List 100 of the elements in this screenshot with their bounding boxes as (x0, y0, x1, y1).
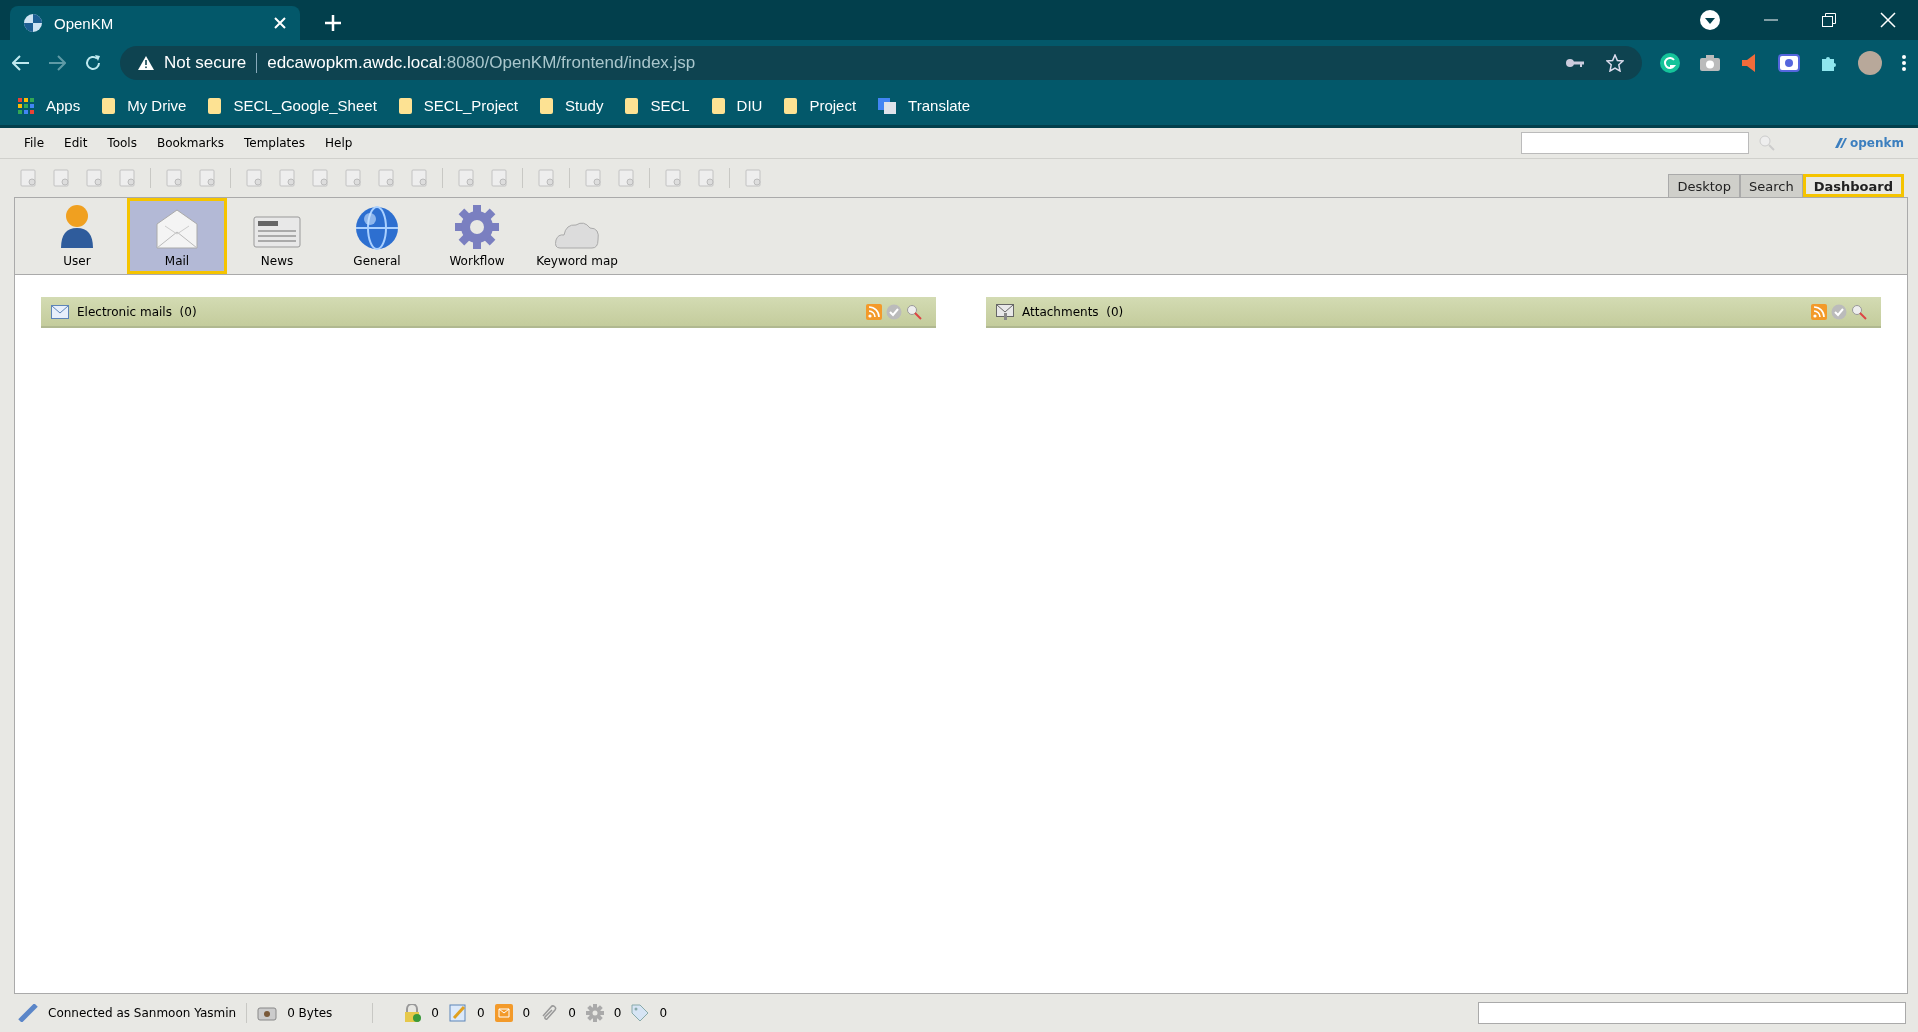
key-icon[interactable] (1566, 58, 1584, 68)
zoom-icon[interactable] (906, 303, 922, 320)
menu-item[interactable]: Bookmarks (146, 136, 234, 150)
close-icon[interactable] (274, 17, 286, 29)
toolbar-document-icon[interactable] (18, 169, 38, 187)
envelope-icon (494, 1004, 513, 1022)
url-text: edcawopkm.awdc.local:8080/OpenKM/frontend/index.jsp (267, 53, 696, 73)
rss-icon[interactable] (1811, 303, 1827, 320)
browser-tab[interactable]: OpenKM (10, 6, 300, 40)
logo-text: openkm (1850, 136, 1904, 150)
folder-icon (102, 97, 116, 114)
menu-item[interactable]: Edit (54, 136, 98, 150)
envelope-icon (155, 208, 199, 250)
bookmark[interactable]: Study (540, 97, 604, 114)
connected-user-text: Connected as Sanmoon Yasmin (48, 1006, 237, 1020)
dashboard-tool[interactable]: Mail (127, 198, 227, 274)
bookmark[interactable]: SECL (625, 97, 690, 114)
restore-icon[interactable] (1822, 13, 1836, 27)
folder-icon (625, 97, 639, 114)
puzzle-icon[interactable] (1820, 54, 1838, 72)
bookmark[interactable]: Apps (18, 97, 81, 114)
extension-g-icon[interactable] (1660, 53, 1680, 73)
toolbar-document-icon[interactable] (743, 169, 763, 187)
screen-record-icon[interactable] (1778, 54, 1800, 72)
translate-icon (878, 97, 897, 114)
back-arrow-icon[interactable] (12, 55, 30, 71)
panel-title: Attachments (0) (1022, 304, 1124, 319)
zoom-icon[interactable] (1851, 303, 1867, 320)
toolbar-document-icon[interactable] (536, 169, 556, 187)
toolbar-document-icon[interactable] (696, 169, 716, 187)
dashboard-tool[interactable]: Workflow (427, 198, 527, 274)
tab-search-icon[interactable] (1700, 10, 1720, 30)
folder-icon (540, 97, 554, 114)
dashboard-tool[interactable]: General (327, 198, 427, 274)
avatar-icon[interactable] (1858, 51, 1882, 75)
dashboard-tool[interactable]: User (27, 198, 127, 274)
warning-icon (138, 56, 154, 70)
toolbar-document-icon[interactable] (456, 169, 476, 187)
toolbar-document-icon[interactable] (197, 169, 217, 187)
envelope-icon (51, 304, 69, 319)
logo-mark-icon (1835, 138, 1847, 148)
camera-icon[interactable] (1700, 55, 1720, 71)
bookmark[interactable]: DIU (711, 97, 763, 114)
menu-item[interactable]: Tools (97, 136, 147, 150)
storage-size-text: 0 Bytes (287, 1006, 333, 1020)
menu-item[interactable]: Templates (233, 136, 315, 150)
toolbar-document-icon[interactable] (310, 169, 330, 187)
more-menu-icon[interactable] (1902, 55, 1906, 71)
toolbar-document-icon[interactable] (409, 169, 429, 187)
search-icon[interactable] (1759, 135, 1775, 151)
gear-icon (585, 1004, 604, 1022)
menu-item[interactable]: File (14, 136, 55, 150)
counter-value: 0 (522, 1006, 531, 1020)
toolbar-document-icon[interactable] (376, 169, 396, 187)
dashboard-tool[interactable]: News (227, 198, 327, 274)
toolbar-document-icon[interactable] (51, 169, 71, 187)
toolbar-document-icon[interactable] (583, 169, 603, 187)
bookmark[interactable]: Project (784, 97, 857, 114)
reload-icon[interactable] (84, 54, 102, 72)
toolbar-document-icon[interactable] (277, 169, 297, 187)
toolbar-document-icon[interactable] (117, 169, 137, 187)
security-label: Not secure (164, 53, 247, 73)
toolbar-document-icon[interactable] (343, 169, 363, 187)
star-icon[interactable] (1606, 54, 1624, 72)
address-bar[interactable]: Not secure edcawopkm.awdc.local:8080/OpenKM/frontend/index.jsp (120, 46, 1642, 80)
close-icon[interactable] (1880, 12, 1896, 28)
bookmark[interactable]: My Drive (102, 97, 187, 114)
bookmark[interactable]: SECL_Google_Sheet (208, 97, 377, 114)
rss-icon[interactable] (866, 303, 882, 320)
tag-icon (631, 1004, 650, 1022)
padlock-icon (403, 1004, 422, 1022)
apps-grid-icon (18, 97, 34, 114)
panel-title: Electronic mails (0) (77, 304, 197, 319)
toolbar-document-icon[interactable] (244, 169, 264, 187)
dashboard-tool[interactable]: Keyword map (527, 198, 627, 274)
folder-icon (208, 97, 222, 114)
tab[interactable]: Dashboard (1802, 174, 1904, 197)
counter-value: 0 (476, 1006, 485, 1020)
toolbar-document-icon[interactable] (663, 169, 683, 187)
gear-icon (454, 204, 500, 250)
counter-value: 0 (568, 1006, 576, 1020)
megaphone-icon[interactable] (1740, 53, 1758, 73)
toolbar-document-icon[interactable] (489, 169, 509, 187)
bookmark[interactable]: Translate (878, 97, 971, 114)
check-circle-icon[interactable] (886, 303, 902, 320)
pencil-note-icon (448, 1004, 467, 1022)
tab[interactable]: Search (1740, 174, 1803, 197)
search-field[interactable] (1521, 132, 1749, 154)
toolbar-document-icon[interactable] (84, 169, 104, 187)
folder-icon (398, 97, 412, 114)
check-circle-icon[interactable] (1831, 303, 1847, 320)
counter-value: 0 (431, 1006, 439, 1020)
menu-item[interactable]: Help (314, 136, 363, 150)
bookmark[interactable]: SECL_Project (398, 97, 519, 114)
toolbar-document-icon[interactable] (616, 169, 636, 187)
tab[interactable]: Desktop (1668, 174, 1741, 197)
forward-arrow-icon[interactable] (48, 55, 66, 71)
paperclip-icon (540, 1004, 559, 1022)
counter-value: 0 (659, 1006, 668, 1020)
toolbar-document-icon[interactable] (164, 169, 184, 187)
